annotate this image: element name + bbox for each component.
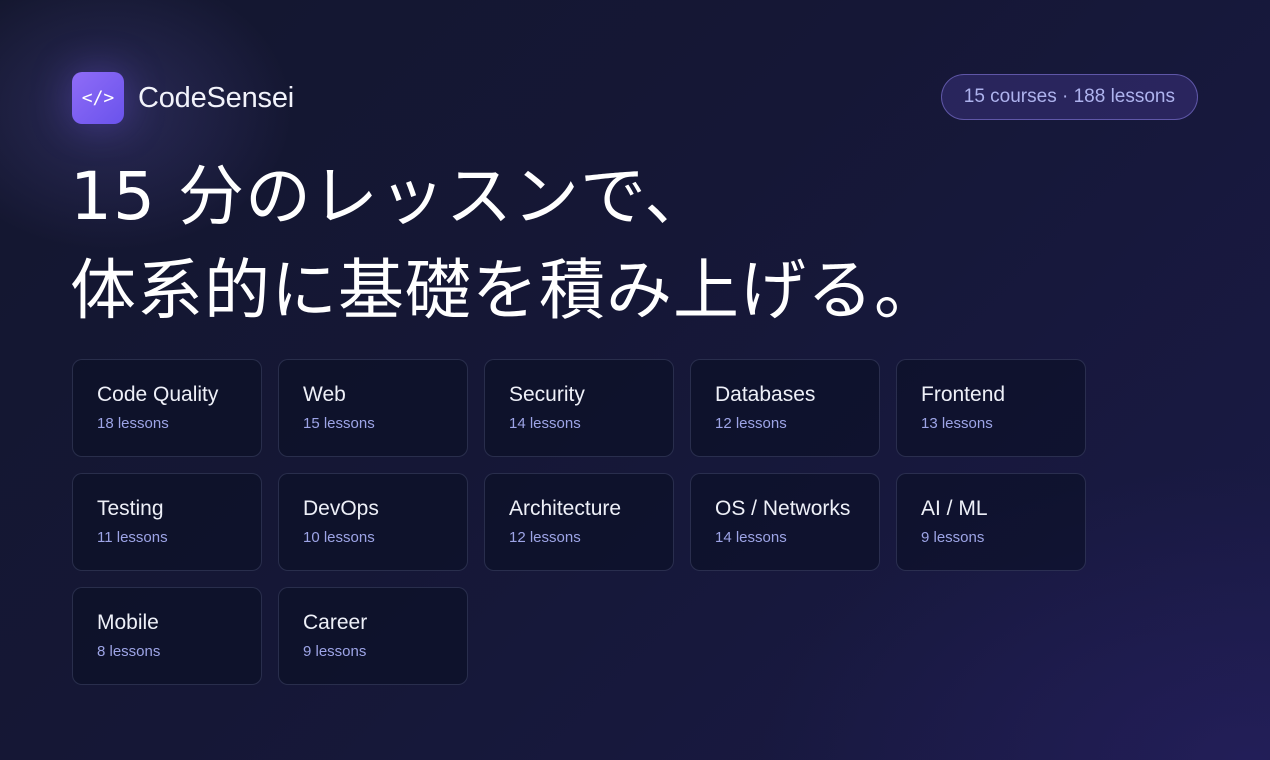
course-row: Testing 11 lessons DevOps 10 lessons Arc… (72, 473, 1172, 571)
course-title: OS / Networks (715, 497, 851, 520)
headline-line-2: 体系的に基礎を積み上げる。 (70, 252, 941, 329)
course-title: Architecture (509, 497, 622, 520)
course-lesson-count: 9 lessons (303, 643, 367, 660)
course-title: Code Quality (97, 383, 219, 406)
course-card-os-networks[interactable]: OS / Networks 14 lessons (690, 473, 880, 571)
code-brackets-icon: </> (72, 72, 124, 124)
course-title: Security (509, 383, 585, 406)
course-lesson-count: 18 lessons (97, 415, 169, 432)
course-grid: Code Quality 18 lessons Web 15 lessons S… (72, 359, 1172, 701)
course-lesson-count: 11 lessons (97, 529, 168, 546)
course-row: Mobile 8 lessons Career 9 lessons (72, 587, 1172, 685)
stats-badge: 15 courses · 188 lessons (940, 74, 1198, 120)
course-title: Testing (97, 497, 164, 520)
course-lesson-count: 13 lessons (921, 415, 993, 432)
course-card-code-quality[interactable]: Code Quality 18 lessons (72, 359, 262, 457)
course-card-testing[interactable]: Testing 11 lessons (72, 473, 262, 571)
course-card-security[interactable]: Security 14 lessons (484, 359, 674, 457)
course-lesson-count: 10 lessons (303, 529, 375, 546)
course-lesson-count: 8 lessons (97, 643, 161, 660)
course-card-devops[interactable]: DevOps 10 lessons (278, 473, 468, 571)
course-card-frontend[interactable]: Frontend 13 lessons (896, 359, 1086, 457)
course-title: Databases (715, 383, 816, 406)
course-lesson-count: 12 lessons (715, 415, 787, 432)
course-card-web[interactable]: Web 15 lessons (278, 359, 468, 457)
course-row: Code Quality 18 lessons Web 15 lessons S… (72, 359, 1172, 457)
course-title: Frontend (921, 383, 1006, 406)
brand-name: CodeSensei (138, 81, 294, 114)
svg-text:</>: </> (82, 88, 115, 109)
page-headline: 15 分のレッスンで、 体系的に基礎を積み上げる。 (70, 150, 941, 338)
course-title: AI / ML (921, 497, 988, 520)
course-card-mobile[interactable]: Mobile 8 lessons (72, 587, 262, 685)
brand-logo[interactable]: </> CodeSensei (72, 72, 294, 124)
headline-line-1: 15 分のレッスンで、 (70, 158, 712, 235)
course-card-career[interactable]: Career 9 lessons (278, 587, 468, 685)
course-title: Career (303, 611, 368, 634)
course-title: Mobile (97, 611, 159, 634)
course-lesson-count: 14 lessons (715, 529, 787, 546)
course-title: Web (303, 383, 346, 406)
course-card-databases[interactable]: Databases 12 lessons (690, 359, 880, 457)
course-card-architecture[interactable]: Architecture 12 lessons (484, 473, 674, 571)
course-lesson-count: 9 lessons (921, 529, 985, 546)
course-lesson-count: 15 lessons (303, 415, 375, 432)
course-lesson-count: 12 lessons (509, 529, 581, 546)
course-title: DevOps (303, 497, 379, 520)
course-lesson-count: 14 lessons (509, 415, 581, 432)
course-card-ai-ml[interactable]: AI / ML 9 lessons (896, 473, 1086, 571)
